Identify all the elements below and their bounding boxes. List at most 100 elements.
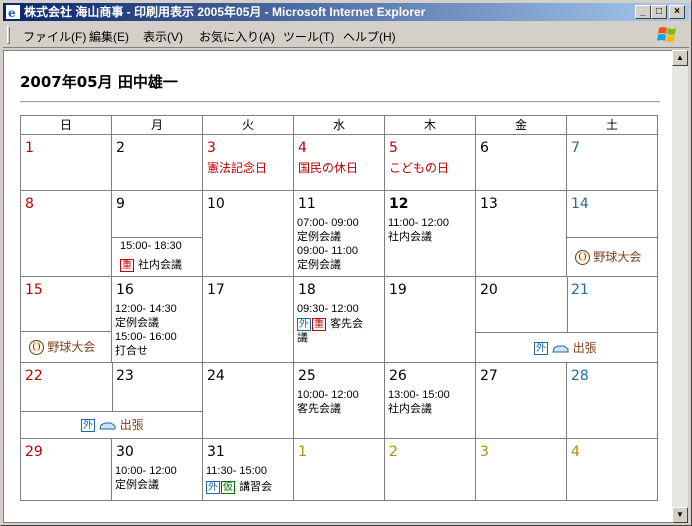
day-cell[interactable]: 24: [202, 362, 294, 439]
scroll-down-button[interactable]: ▼: [672, 507, 688, 523]
event-block[interactable]: 15:00- 18:30 重 社内会議: [112, 237, 202, 276]
menu-file[interactable]: ファイル(F): [23, 28, 86, 45]
day-cell[interactable]: 8: [20, 190, 112, 277]
day-number: 28: [571, 368, 589, 384]
menu-favorites[interactable]: お気に入り(A): [199, 28, 275, 45]
important-tag: 重: [312, 317, 326, 331]
day-number: 18: [298, 282, 316, 298]
day-number: 31: [207, 444, 225, 460]
day-number: 20: [480, 282, 498, 298]
day-number-next-month: 3: [480, 444, 489, 460]
event-time: 09:30- 12:00: [297, 303, 359, 315]
page-content: 2007年05月 田中雄一 日 月 火 水 木 金 土 1 2 3 憲法記念日 4…: [3, 50, 673, 523]
day-cell[interactable]: 4 国民の休日: [293, 134, 385, 191]
outside-tag: 外: [81, 419, 95, 433]
day-number: 13: [480, 196, 498, 212]
day-cell[interactable]: 29: [20, 438, 112, 501]
close-button[interactable]: ×: [669, 5, 685, 19]
day-cell[interactable]: 19: [384, 276, 476, 363]
week-row: 29 30 10:00- 12:00 定例会議 31 11:30- 15:00 …: [20, 438, 658, 501]
day-cell[interactable]: 14 野球大会: [566, 190, 658, 277]
day-cell[interactable]: 28: [566, 362, 658, 439]
event-list[interactable]: 10:00- 12:00 客先会議: [297, 388, 359, 416]
title-bar[interactable]: e 株式会社 海山商事 - 印刷用表示 2005年05月 - Microsoft…: [3, 3, 689, 21]
vertical-scrollbar[interactable]: ▲ ▼: [672, 50, 688, 523]
day-cell[interactable]: 2: [384, 438, 476, 501]
minimize-button[interactable]: _: [635, 5, 651, 19]
event-time: 13:00- 15:00: [388, 389, 450, 401]
event-list[interactable]: 07:00- 09:00 定例会議 09:00- 11:00 定例会議: [297, 216, 359, 272]
day-number: 21: [571, 282, 589, 298]
event-title: 定例会議: [297, 231, 341, 243]
event-title: 社内会議: [388, 403, 432, 415]
day-cell[interactable]: 16 12:00- 14:30 定例会議 15:00- 16:00 打合せ: [111, 276, 203, 363]
outside-tag: 外: [534, 342, 548, 356]
day-number: 29: [25, 444, 43, 460]
day-cell[interactable]: 4: [566, 438, 658, 501]
event-block[interactable]: 外 出張: [476, 332, 657, 362]
event-list[interactable]: 11:00- 12:00 社内会議: [388, 216, 449, 244]
day-cell[interactable]: 3 憲法記念日: [202, 134, 294, 191]
menu-view[interactable]: 表示(V): [143, 28, 183, 45]
day-cell[interactable]: 1: [20, 134, 112, 191]
weekday-fri: 金: [475, 115, 567, 135]
event-title: 野球大会: [593, 250, 642, 264]
day-cell[interactable]: 1: [293, 438, 385, 501]
event-time: 09:00- 11:00: [297, 245, 358, 257]
day-cell[interactable]: 27: [475, 362, 567, 439]
browser-window: e 株式会社 海山商事 - 印刷用表示 2005年05月 - Microsoft…: [0, 0, 692, 526]
menu-edit[interactable]: 編集(E): [89, 28, 129, 45]
event-list[interactable]: 10:00- 12:00 定例会議: [115, 464, 177, 492]
day-cell-span[interactable]: 20 21 外 出張: [475, 276, 658, 363]
day-cell[interactable]: 18 09:30- 12:00 外重 客先会 議: [293, 276, 385, 363]
event-list[interactable]: 09:30- 12:00 外重 客先会 議: [297, 302, 363, 345]
day-cell[interactable]: 12 11:00- 12:00 社内会議: [384, 190, 476, 277]
day-cell[interactable]: 11 07:00- 09:00 定例会議 09:00- 11:00 定例会議: [293, 190, 385, 277]
event-block[interactable]: 野球大会: [567, 237, 657, 276]
day-cell[interactable]: 26 13:00- 15:00 社内会議: [384, 362, 476, 439]
day-cell[interactable]: 10: [202, 190, 294, 277]
outside-tag: 外: [206, 480, 220, 494]
event-list[interactable]: 13:00- 15:00 社内会議: [388, 388, 450, 416]
day-number: 6: [480, 140, 489, 156]
day-cell[interactable]: 15 野球大会: [20, 276, 112, 363]
event-title: 定例会議: [115, 317, 159, 329]
baseball-icon: [575, 250, 590, 266]
day-cell-span[interactable]: 22 23 外 出張: [20, 362, 203, 439]
toolbar-grip[interactable]: [7, 26, 10, 44]
day-cell[interactable]: 6: [475, 134, 567, 191]
day-cell[interactable]: 25 10:00- 12:00 客先会議: [293, 362, 385, 439]
event-block[interactable]: 野球大会: [21, 331, 111, 362]
event-time: 15:00- 18:30: [120, 240, 182, 252]
day-number: 23: [116, 368, 134, 384]
day-cell[interactable]: 31 11:30- 15:00 外仮 講習会: [202, 438, 294, 501]
week-row: 15 野球大会 16 12:00- 14:30 定例会議 15:00- 16:0…: [20, 276, 658, 363]
day-cell[interactable]: 5 こどもの日: [384, 134, 476, 191]
maximize-button[interactable]: □: [651, 5, 667, 19]
event-block[interactable]: 外 出張: [21, 411, 202, 438]
weekday-wed: 水: [293, 115, 385, 135]
window-title: 株式会社 海山商事 - 印刷用表示 2005年05月 - Microsoft I…: [24, 5, 426, 19]
car-icon: [552, 345, 569, 353]
weekday-sat: 土: [566, 115, 658, 135]
day-cell[interactable]: 17: [202, 276, 294, 363]
event-list[interactable]: 11:30- 15:00 外仮 講習会: [206, 464, 272, 494]
day-cell[interactable]: 9 15:00- 18:30 重 社内会議: [111, 190, 203, 277]
day-number-next-month: 2: [389, 444, 398, 460]
day-cell[interactable]: 13: [475, 190, 567, 277]
scroll-up-button[interactable]: ▲: [672, 50, 688, 66]
day-cell[interactable]: 30 10:00- 12:00 定例会議: [111, 438, 203, 501]
weekday-tue: 火: [202, 115, 294, 135]
day-cell[interactable]: 7: [566, 134, 658, 191]
event-list[interactable]: 12:00- 14:30 定例会議 15:00- 16:00 打合せ: [115, 302, 177, 358]
event-title: 社内会議: [388, 231, 432, 243]
menu-help[interactable]: ヘルプ(H): [343, 28, 396, 45]
day-number: 16: [116, 282, 134, 298]
day-cell[interactable]: 3: [475, 438, 567, 501]
day-number: 15: [25, 282, 43, 298]
outside-tag: 外: [297, 317, 311, 331]
page-title: 2007年05月 田中雄一: [20, 73, 178, 91]
day-number: 26: [389, 368, 407, 384]
menu-tools[interactable]: ツール(T): [283, 28, 334, 45]
day-cell[interactable]: 2: [111, 134, 203, 191]
